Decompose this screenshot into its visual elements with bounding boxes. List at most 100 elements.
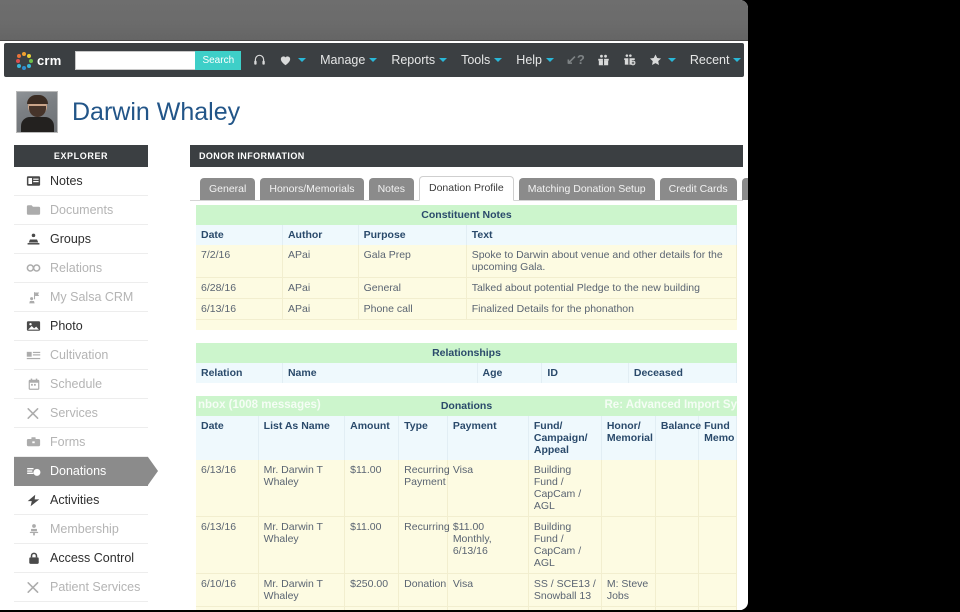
table-cell: General	[358, 277, 467, 299]
table-cell	[698, 516, 737, 574]
column-header: Date	[196, 225, 283, 245]
table-cell	[655, 606, 700, 610]
question-arrow-icon[interactable]: ↙?	[566, 52, 585, 68]
donations-icon: $	[26, 464, 41, 478]
nav-menu-manage[interactable]: Manage	[320, 53, 378, 67]
tab-events[interactable]: Events	[741, 177, 748, 200]
svg-text:$: $	[36, 470, 39, 476]
table-row[interactable]: 6/13/16 Mr. Darwin T Whaley $11.00 Recurrin…	[196, 516, 737, 574]
column-header: Balance	[655, 416, 701, 460]
search-input[interactable]	[75, 50, 196, 70]
sidebar-item-patient-services[interactable]: Patient Services	[14, 573, 148, 602]
sidebar-item-services[interactable]: Services	[14, 399, 148, 428]
tab-matching-donation-setup[interactable]: Matching Donation Setup	[518, 177, 655, 200]
calendar-icon	[26, 377, 41, 391]
table-cell: Talked about potential Pledge to the new…	[466, 277, 738, 299]
table-cell: 6/2/16	[196, 606, 259, 610]
table-row[interactable]: 6/28/16 APai General Talked about potential…	[196, 277, 738, 299]
star-icon[interactable]	[648, 53, 663, 67]
chevron-down-icon	[369, 58, 378, 62]
sidebar-item-relations[interactable]: Relations	[14, 254, 148, 283]
table-cell: Mr. Darwin T Whaley	[258, 573, 346, 607]
search-group: Search	[75, 50, 242, 70]
table-cell: $11.00 Monthly, 6/13/16	[447, 516, 529, 574]
sidebar-item-membership[interactable]: Membership	[14, 515, 148, 544]
donor-information-header: DONOR INFORMATION	[190, 145, 743, 167]
table-cell: 6/10/16	[196, 573, 259, 607]
table-row[interactable]: 6/10/16 Mr. Darwin T Whaley $250.00 Donatio…	[196, 573, 737, 607]
table-cell: APai	[282, 245, 359, 278]
lock-icon	[26, 551, 41, 565]
nav-menu-tools-label: Tools	[461, 53, 491, 67]
sidebar-item-label: Membership	[50, 522, 119, 536]
tab-honors-memorials[interactable]: Honors/Memorials	[260, 177, 364, 200]
brand-name: crm	[37, 52, 62, 68]
tab-credit-cards[interactable]: Credit Cards	[659, 177, 737, 200]
relationships-table: Relation Name Age ID Deceased	[196, 363, 738, 383]
table-row[interactable]: 6/13/16 Mr. Darwin T Whaley $11.00 Recurrin…	[196, 460, 737, 517]
tab-notes[interactable]: Notes	[368, 177, 414, 200]
table-row[interactable]: 6/13/16 APai Phone call Finalized Details f…	[196, 298, 738, 320]
column-header: Type	[398, 416, 448, 460]
sidebar-item-activities[interactable]: Activities	[14, 486, 148, 515]
sidebar-item-photo[interactable]: Photo	[14, 312, 148, 341]
sidebar-item-groups[interactable]: Groups	[14, 225, 148, 254]
sidebar-item-donations[interactable]: $ Donations	[14, 457, 158, 486]
nav-menu-help[interactable]: Help	[516, 53, 555, 67]
chevron-down-icon	[494, 58, 503, 62]
gift-icon[interactable]	[596, 53, 611, 67]
table-cell: Mr. Darwin T Whaley	[258, 606, 346, 610]
sidebar-item-label: Schedule	[50, 377, 103, 391]
tools-icon	[26, 580, 41, 594]
star-dropdown-caret-icon[interactable]	[667, 58, 676, 62]
sidebar-item-cultivation[interactable]: Cultivation	[14, 341, 148, 370]
table-cell: $11.00	[344, 516, 400, 574]
sidebar-item-schedule[interactable]: Schedule	[14, 370, 148, 399]
tab-bar: General Honors/Memorials Notes Donation Pro…	[190, 167, 748, 201]
nav-menu-tools[interactable]: Tools	[461, 53, 503, 67]
table-cell: Visa	[447, 460, 529, 517]
nav-menu-reports[interactable]: Reports	[391, 53, 448, 67]
tab-general[interactable]: General	[200, 177, 256, 200]
brand-logo-group[interactable]: crm	[16, 51, 62, 70]
search-button[interactable]: Search	[195, 50, 242, 70]
sidebar-item-forms[interactable]: Forms	[14, 428, 148, 457]
table-cell	[601, 606, 656, 610]
column-header: Text	[466, 225, 738, 245]
table-cell	[655, 460, 700, 517]
list-icon	[26, 348, 41, 362]
donations-header: nbox (1008 messages) Donations Re: Advan…	[196, 396, 737, 416]
heart-dropdown-caret-icon[interactable]	[298, 58, 307, 62]
sidebar-item-access-control[interactable]: Access Control	[14, 544, 148, 573]
sidebar-item-documents[interactable]: Documents	[14, 196, 148, 225]
relationships-header: Relationships	[196, 343, 737, 363]
application-window: crm Search Manage Reports Tools Help ↙? …	[0, 0, 748, 610]
sidebar-item-label: Cultivation	[50, 348, 109, 362]
donations-header-label: Donations	[440, 400, 493, 412]
column-header: Name	[282, 363, 478, 383]
main-panel: DONOR INFORMATION General Honors/Memorial…	[190, 145, 748, 610]
sidebar-item-label: Documents	[50, 203, 114, 217]
table-cell	[698, 606, 737, 610]
explorer-header: EXPLORER	[14, 145, 148, 167]
constituent-notes-table: Date Author Purpose Text 7/2/16 APai Gala Pre…	[196, 225, 738, 320]
table-row[interactable]: 6/2/16Mr. Darwin T Whaley$100.00Donation…	[196, 606, 737, 610]
heart-icon[interactable]	[278, 53, 293, 67]
table-cell	[655, 516, 700, 574]
sidebar-item-label: Photo	[50, 319, 83, 333]
avatar[interactable]	[16, 91, 58, 133]
gift-add-icon[interactable]	[622, 53, 637, 67]
headphones-icon[interactable]	[252, 53, 267, 67]
member-icon	[26, 522, 41, 536]
nav-menu-recent[interactable]: Recent	[690, 53, 742, 67]
ghost-overlay-right: Re: Advanced Import Sy	[604, 399, 738, 411]
column-header: Relation	[196, 363, 283, 383]
table-row[interactable]: 7/2/16 APai Gala Prep Spoke to Darwin about…	[196, 245, 738, 278]
tab-donation-profile[interactable]: Donation Profile	[419, 175, 514, 201]
sidebar-item-my-salsa-crm[interactable]: My Salsa CRM	[14, 283, 148, 312]
table-cell: 6/13/16	[196, 516, 259, 574]
donation-profile-body: Constituent Notes Date Author Purpose Text …	[190, 201, 743, 610]
table-cell	[601, 516, 656, 574]
sidebar-item-notes[interactable]: Notes	[14, 167, 148, 196]
notes-icon	[26, 174, 41, 188]
